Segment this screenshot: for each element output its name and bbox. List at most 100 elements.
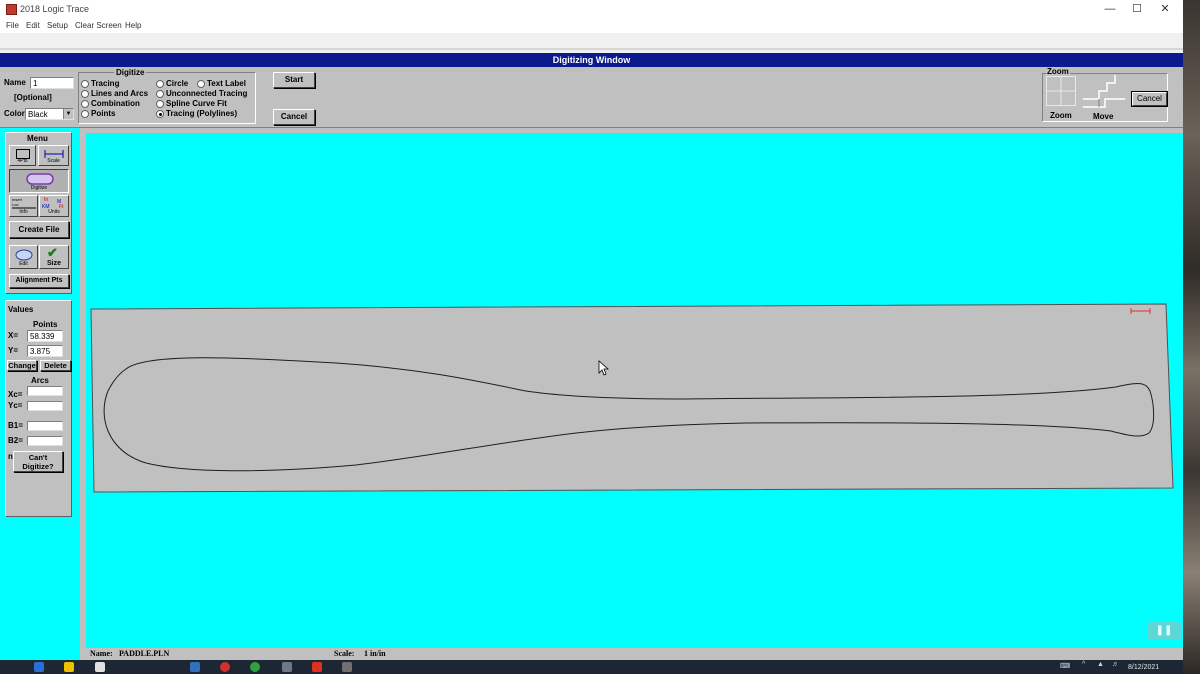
menu-panel: Menu 4Pts Scale Digitize Insert Loc Info…: [5, 132, 72, 294]
yc-field[interactable]: [27, 401, 63, 411]
zoom-grid-icon[interactable]: [1046, 76, 1076, 106]
alignment-pts-button[interactable]: Alignment Pts: [9, 274, 69, 288]
status-bar: Name: PADDLE.PLN Scale: 1 in/in: [80, 648, 1183, 660]
menu-help[interactable]: Help: [125, 21, 141, 30]
x-label: X=: [8, 331, 19, 340]
radio-unconnected-tracing[interactable]: [156, 90, 164, 98]
chevron-down-icon[interactable]: ▼: [63, 109, 73, 119]
start-button[interactable]: Start: [273, 72, 315, 88]
app-window: 2018 Logic Trace — ☐ ✕ File Edit Setup C…: [0, 0, 1183, 660]
units-glyph-in: In: [44, 197, 49, 203]
edit-oval-icon: [15, 249, 33, 261]
arcs-label: Arcs: [31, 376, 49, 385]
menu-setup[interactable]: Setup: [47, 21, 68, 30]
cant-digitize-button[interactable]: Can't Digitize?: [13, 451, 63, 472]
digitize-caption: Digitize: [30, 185, 48, 191]
taskbar-app-icon[interactable]: [95, 662, 105, 672]
cancel-button[interactable]: Cancel: [273, 109, 315, 125]
zoom-label: Zoom: [1050, 111, 1072, 120]
taskbar-tool-icon[interactable]: [282, 662, 292, 672]
maximize-button[interactable]: ☐: [1127, 2, 1147, 17]
radio-lines-and-arcs[interactable]: [81, 90, 89, 98]
y-label: Y=: [8, 346, 19, 355]
menu-file[interactable]: File: [6, 21, 19, 30]
zoom-group-label: Zoom: [1046, 67, 1070, 76]
radio-circle[interactable]: [156, 80, 164, 88]
taskbar-edge-icon[interactable]: [34, 662, 44, 672]
tray-volume-icon[interactable]: ♬: [1112, 661, 1119, 668]
status-scale-value: 1 in/in: [364, 649, 386, 658]
yc-label: Yc=: [8, 401, 23, 410]
radio-tracing-polylines-label: Tracing (Polylines): [166, 109, 238, 118]
scale-caption: Scale: [47, 158, 60, 164]
minimize-button[interactable]: —: [1100, 2, 1120, 17]
tray-chevron-up-icon[interactable]: ^: [1082, 661, 1085, 668]
radio-spline-curve-fit-label: Spline Curve Fit: [166, 99, 227, 108]
edit-button[interactable]: Edit: [9, 245, 38, 269]
radio-combination[interactable]: [81, 100, 89, 108]
size-button[interactable]: ✔ Size: [39, 245, 69, 269]
digitize-group-label: Digitize: [114, 68, 147, 77]
x-value-field[interactable]: 58.339: [27, 330, 63, 342]
close-button[interactable]: ✕: [1155, 2, 1175, 17]
radio-combination-label: Combination: [91, 99, 140, 108]
taskbar-chrome-icon[interactable]: [250, 662, 260, 672]
pause-icon[interactable]: ❚❚: [1147, 622, 1181, 640]
menu-clear-screen[interactable]: Clear Screen: [75, 21, 122, 30]
optional-label: [Optional]: [14, 93, 52, 102]
taskbar: [0, 660, 1183, 674]
taskbar-misc-icon[interactable]: [342, 662, 352, 672]
radio-tracing[interactable]: [81, 80, 89, 88]
taskbar-acrobat-icon[interactable]: [312, 662, 322, 672]
arc-field-1[interactable]: [27, 386, 63, 396]
size-caption: Size: [46, 260, 61, 267]
color-select[interactable]: Black ▼: [25, 108, 74, 120]
digitize-icon: [26, 173, 54, 185]
name-input[interactable]: 1: [30, 77, 74, 89]
color-label: Color: [4, 109, 25, 118]
tray-keyboard-icon[interactable]: ⌨: [1060, 662, 1070, 670]
four-points-caption: 4Pts: [17, 158, 28, 164]
info-button[interactable]: Insert Loc Info: [9, 195, 38, 217]
b2-field[interactable]: [27, 436, 63, 446]
taskbar-explorer-icon[interactable]: [64, 662, 74, 672]
b1-label: B1=: [8, 421, 23, 430]
status-name-value: PADDLE.PLN: [119, 649, 170, 658]
menu-panel-title: Menu: [27, 134, 48, 143]
scale-button[interactable]: Scale: [38, 145, 69, 166]
radio-tracing-label: Tracing: [91, 79, 120, 88]
menu-edit[interactable]: Edit: [26, 21, 40, 30]
info-caption: Info: [19, 209, 28, 215]
checkmark-icon: ✔: [47, 245, 58, 260]
radio-tracing-polylines[interactable]: [156, 110, 164, 118]
window-title: 2018 Logic Trace: [20, 4, 90, 14]
move-arrows-icon[interactable]: [1081, 73, 1127, 109]
xc-label: Xc=: [8, 390, 23, 399]
digitizing-window-title: Digitizing Window: [0, 53, 1183, 67]
delete-button[interactable]: Delete: [40, 360, 71, 371]
desktop-background: [1183, 0, 1200, 674]
radio-spline-curve-fit[interactable]: [156, 100, 164, 108]
menu-bar: File Edit Setup Clear Screen Help: [0, 19, 1183, 33]
zoom-cancel-button[interactable]: Cancel: [1131, 91, 1168, 107]
radio-points[interactable]: [81, 110, 89, 118]
radio-text-label[interactable]: [197, 80, 205, 88]
radio-text-label-label: Text Label: [207, 79, 246, 88]
create-file-button[interactable]: Create File: [9, 221, 69, 238]
taskbar-word-icon[interactable]: [190, 662, 200, 672]
title-bar: 2018 Logic Trace — ☐ ✕: [0, 0, 1183, 19]
client-area-top: [0, 33, 1183, 50]
b1-field[interactable]: [27, 421, 63, 431]
y-value-field[interactable]: 3.875: [27, 345, 63, 357]
radio-lines-and-arcs-label: Lines and Arcs: [91, 89, 149, 98]
change-button[interactable]: Change: [7, 360, 37, 371]
digitize-button[interactable]: Digitize: [9, 169, 69, 193]
drawing-canvas[interactable]: ❚❚: [86, 133, 1183, 648]
status-name-label: Name:: [90, 649, 113, 658]
tray-network-icon[interactable]: ▲: [1097, 661, 1104, 668]
digitize-toolbar: Name 1 [Optional] Color Black ▼ Digitize…: [0, 67, 1183, 128]
taskbar-opera-icon[interactable]: [220, 662, 230, 672]
color-select-value: Black: [28, 110, 48, 119]
four-points-button[interactable]: 4Pts: [9, 145, 36, 166]
units-button[interactable]: In M KM Ft Units: [39, 195, 69, 217]
